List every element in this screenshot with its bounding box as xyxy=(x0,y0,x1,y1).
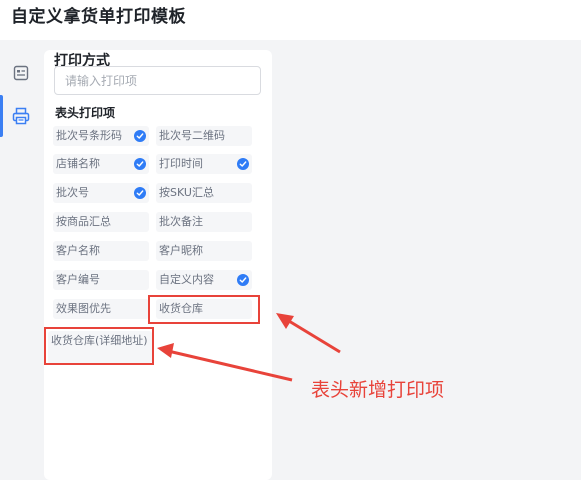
annotation-arrows xyxy=(157,313,341,382)
arrow-to-warehouse-address xyxy=(157,343,293,382)
annotation-label: 表头新增打印项 xyxy=(311,379,445,401)
arrow-to-warehouse xyxy=(276,313,341,354)
